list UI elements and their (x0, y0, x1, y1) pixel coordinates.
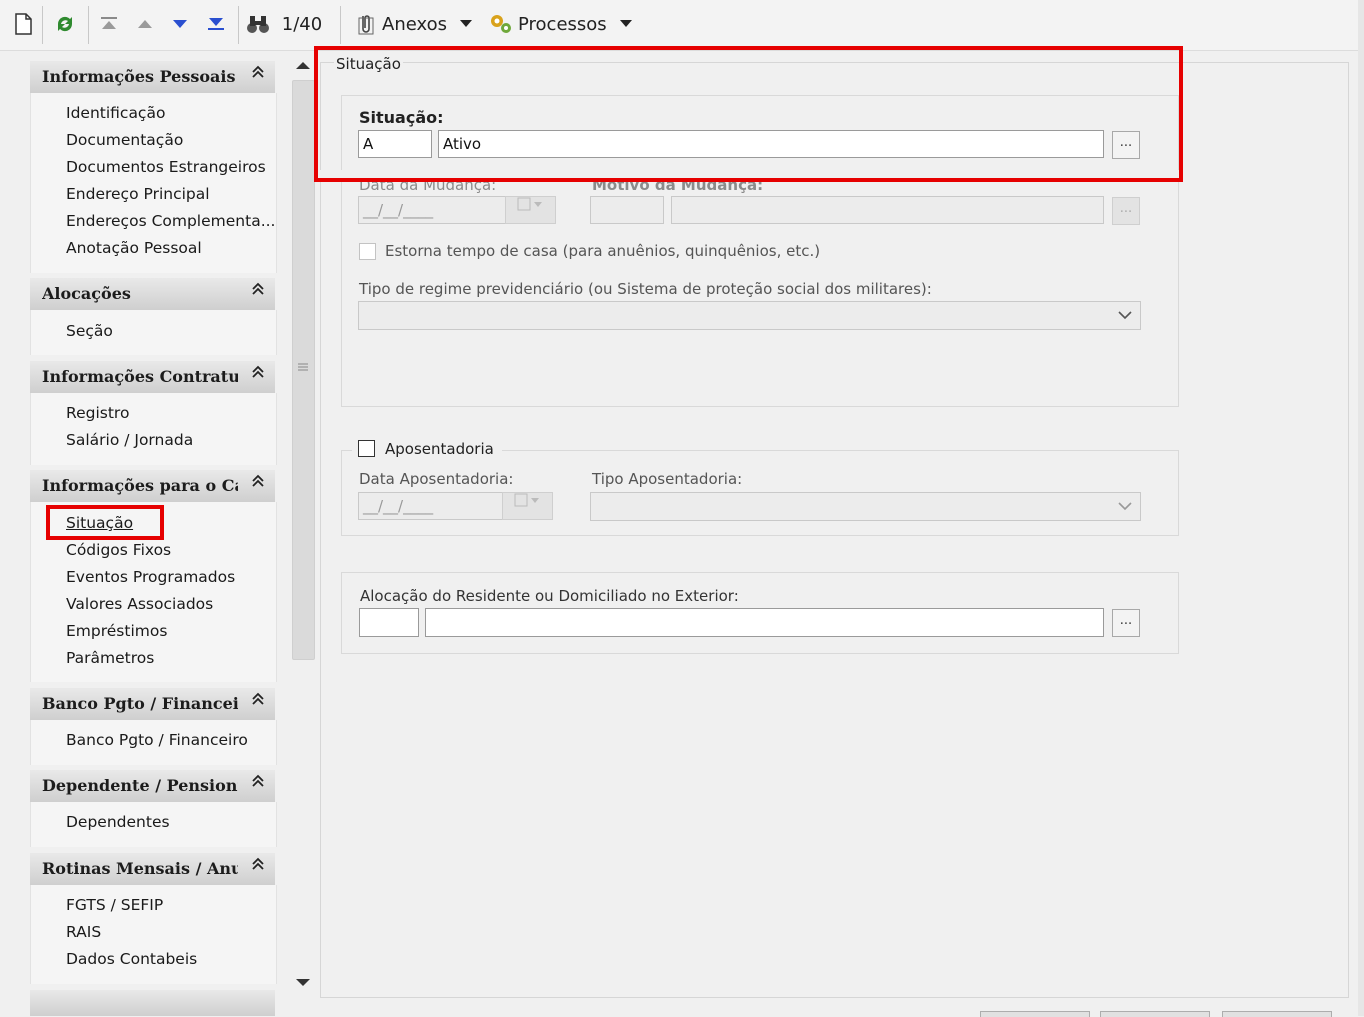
binoculars-icon[interactable] (244, 10, 272, 38)
motivo-code-input (590, 196, 664, 224)
first-record-icon[interactable] (96, 10, 122, 38)
motivo-description-input (671, 196, 1104, 224)
scroll-thumb[interactable] (292, 80, 315, 660)
next-record-icon[interactable] (167, 10, 193, 38)
sidebar-item[interactable]: Empréstimos (66, 622, 167, 640)
collapse-chevron-icon[interactable] (251, 474, 265, 492)
highlight-box-situacao-section (314, 46, 1183, 182)
sidebar-group-title: Banco Pgto / Financeiro (42, 694, 238, 713)
sidebar-item[interactable]: RAIS (66, 923, 101, 941)
sidebar-item[interactable]: Valores Associados (66, 595, 213, 613)
calendar-dropdown-button (505, 196, 556, 224)
collapse-chevron-icon[interactable] (251, 65, 265, 83)
chevron-down-icon (1118, 502, 1132, 511)
sidebar-item[interactable]: Seção (66, 322, 113, 340)
sidebar-group-body: Identificação Documentação Documentos Estr… (30, 93, 277, 273)
sidebar-item[interactable]: Endereço Principal (66, 185, 210, 203)
new-icon[interactable] (10, 10, 36, 38)
sidebar-item[interactable]: Anotação Pessoal (66, 239, 202, 257)
collapse-chevron-icon[interactable] (251, 282, 265, 300)
sidebar-group-title: Informações Pessoais (42, 67, 236, 86)
alocacao-description-input[interactable] (425, 608, 1104, 637)
previous-record-icon[interactable] (132, 10, 158, 38)
last-record-icon[interactable] (203, 10, 229, 38)
sidebar-group-header[interactable]: Alocações (30, 278, 275, 310)
regime-label: Tipo de regime previdenciário (ou Sistem… (359, 280, 932, 298)
grip-icon (298, 363, 308, 371)
alocacao-lookup-button[interactable]: ... (1112, 609, 1140, 637)
record-counter: 1/40 (281, 13, 323, 35)
processes-menu[interactable]: Processos (518, 10, 610, 38)
sidebar-group-title: Informações Contratua (42, 367, 238, 386)
footer-button[interactable] (980, 1011, 1090, 1017)
collapse-chevron-icon[interactable] (251, 774, 265, 792)
sidebar-item[interactable]: Documentos Estrangeiros (66, 158, 266, 176)
refresh-icon[interactable] (50, 10, 80, 38)
alocacao-code-input[interactable] (359, 608, 419, 637)
sidebar-group-body: Registro Salário / Jornada (30, 393, 277, 465)
sidebar-group-title: Dependente / Pensionis (42, 776, 238, 795)
sidebar-item[interactable]: Parâmetros (66, 649, 154, 667)
sidebar-group-header[interactable]: Banco Pgto / Financeiro (30, 688, 275, 720)
sidebar-group-header[interactable]: Informações Pessoais (30, 61, 275, 93)
estorna-label: Estorna tempo de casa (para anuênios, qu… (385, 242, 821, 260)
sidebar-group-body: Dependentes (30, 802, 277, 847)
sidebar-group-header[interactable]: Informações para o Cál (30, 470, 275, 502)
alocacao-exterior-label: Alocação do Residente ou Domiciliado no … (360, 587, 739, 605)
regime-select (358, 301, 1141, 330)
footer-button[interactable] (1100, 1011, 1210, 1017)
footer-button[interactable] (1222, 1011, 1332, 1017)
sidebar-group-header[interactable]: Dependente / Pensionis (30, 770, 275, 802)
calendar-dropdown-button (502, 492, 553, 520)
sidebar-group-header-partial (30, 990, 275, 1016)
tipo-aposentadoria-label: Tipo Aposentadoria: (592, 470, 743, 488)
scroll-up-icon (296, 62, 310, 69)
sidebar-group-title: Informações para o Cál (42, 476, 238, 495)
sidebar-item[interactable]: FGTS / SEFIP (66, 896, 163, 914)
toolbar: 1/40 Anexos Processos (0, 0, 1364, 51)
sidebar-item[interactable]: Salário / Jornada (66, 431, 193, 449)
tipo-aposentadoria-select (590, 492, 1141, 521)
motivo-lookup-button: ... (1112, 197, 1140, 225)
data-mudanca-input: __/__/____ (358, 196, 506, 224)
sidebar-item[interactable]: Dados Contabeis (66, 950, 197, 968)
chevron-down-icon[interactable] (456, 10, 476, 38)
sidebar-group-body: FGTS / SEFIP RAIS Dados Contabeis (30, 885, 277, 984)
data-aposentadoria-input: __/__/____ (358, 492, 503, 520)
gears-icon[interactable] (486, 10, 516, 38)
paperclip-icon[interactable] (352, 10, 380, 38)
sidebar-group-body: Banco Pgto / Financeiro (30, 720, 277, 765)
sidebar-group-title: Alocações (42, 284, 131, 303)
sidebar-item[interactable]: Documentação (66, 131, 183, 149)
estorna-checkbox (359, 243, 376, 260)
aposentadoria-checkbox[interactable] (358, 440, 375, 457)
sidebar-group-title: Rotinas Mensais / Anua (42, 859, 238, 878)
data-aposentadoria-label: Data Aposentadoria: (359, 470, 514, 488)
calendar-icon (514, 493, 539, 507)
collapse-chevron-icon[interactable] (251, 857, 265, 875)
window-edge (1358, 0, 1364, 1016)
sidebar-item[interactable]: Eventos Programados (66, 568, 235, 586)
sidebar-item[interactable]: Códigos Fixos (66, 541, 171, 559)
sidebar-item[interactable]: Identificação (66, 104, 165, 122)
collapse-chevron-icon[interactable] (251, 692, 265, 710)
attachments-menu[interactable]: Anexos (382, 10, 452, 38)
sidebar-item[interactable]: Registro (66, 404, 129, 422)
aposentadoria-label: Aposentadoria (385, 440, 494, 458)
scroll-down-icon (296, 979, 310, 986)
chevron-down-icon (1118, 311, 1132, 320)
sidebar-item[interactable]: Banco Pgto / Financeiro (66, 731, 248, 749)
sidebar-group-header[interactable]: Rotinas Mensais / Anua (30, 853, 275, 885)
sidebar-item[interactable]: Dependentes (66, 813, 170, 831)
sidebar-group-header[interactable]: Informações Contratua (30, 361, 275, 393)
sidebar-group-body: Seção (30, 310, 277, 355)
sidebar-item[interactable]: Endereços Complementa... (66, 212, 275, 230)
highlight-box-sidebar-situacao (46, 505, 164, 540)
chevron-down-icon[interactable] (616, 10, 636, 38)
collapse-chevron-icon[interactable] (251, 365, 265, 383)
calendar-icon (517, 197, 542, 211)
